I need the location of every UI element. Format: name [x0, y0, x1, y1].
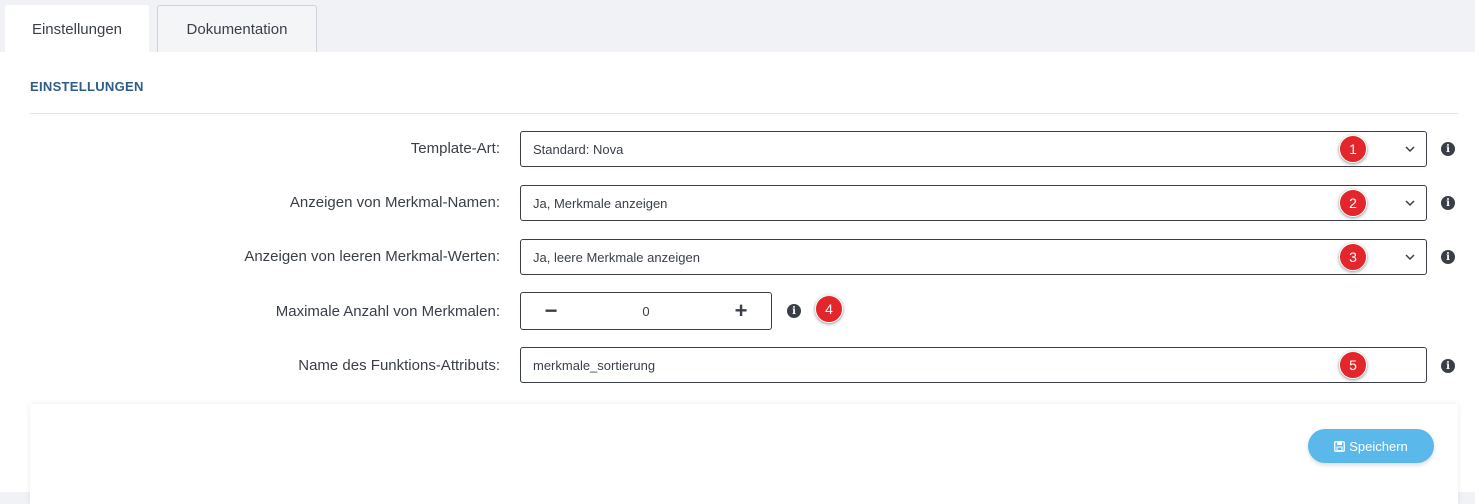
chevron-down-icon — [1405, 254, 1415, 261]
annotation-badge-3: 3 — [1339, 243, 1367, 271]
merkmal-namen-value: Ja, Merkmale anzeigen — [533, 195, 668, 211]
max-anzahl-stepper: − 0 + — [520, 292, 772, 330]
increment-button[interactable]: + — [711, 293, 771, 329]
section-title: EINSTELLUNGEN — [30, 79, 144, 94]
chevron-down-icon — [1405, 200, 1415, 207]
info-icon[interactable]: i — [787, 304, 801, 318]
info-icon[interactable]: i — [1441, 142, 1455, 156]
annotation-badge-4: 4 — [815, 295, 843, 323]
template-art-select[interactable]: Standard: Nova — [520, 131, 1427, 167]
funktions-attribut-label: Name des Funktions-Attributs: — [298, 357, 500, 374]
template-art-value: Standard: Nova — [533, 141, 624, 157]
funktions-attribut-value: merkmale_sortierung — [533, 357, 656, 373]
leere-werte-label: Anzeigen von leeren Merkmal-Werten: — [244, 248, 500, 265]
funktions-attribut-input[interactable]: merkmale_sortierung — [520, 347, 1427, 383]
max-anzahl-label: Maximale Anzahl von Merkmalen: — [275, 303, 500, 320]
tab-dokumentation[interactable]: Dokumentation — [157, 5, 317, 52]
leere-werte-select[interactable]: Ja, leere Merkmale anzeigen — [520, 239, 1427, 275]
save-icon — [1334, 440, 1346, 452]
tab-bar: Einstellungen Dokumentation — [0, 0, 1475, 53]
leere-werte-value: Ja, leere Merkmale anzeigen — [533, 249, 700, 265]
merkmal-namen-label: Anzeigen von Merkmal-Namen: — [289, 194, 500, 211]
template-art-label: Template-Art: — [410, 140, 500, 157]
divider — [30, 113, 1458, 114]
footer-card — [30, 404, 1458, 504]
annotation-badge-2: 2 — [1339, 189, 1367, 217]
save-button[interactable]: Speichern — [1308, 429, 1434, 463]
info-icon[interactable]: i — [1441, 250, 1455, 264]
merkmal-namen-select[interactable]: Ja, Merkmale anzeigen — [520, 185, 1427, 221]
info-icon[interactable]: i — [1441, 359, 1455, 373]
max-anzahl-value[interactable]: 0 — [581, 293, 711, 329]
settings-panel: EINSTELLUNGEN Template-Art: Standard: No… — [0, 52, 1475, 504]
info-icon[interactable]: i — [1441, 196, 1455, 210]
decrement-button[interactable]: − — [521, 293, 581, 329]
annotation-badge-1: 1 — [1339, 135, 1367, 163]
chevron-down-icon — [1405, 146, 1415, 153]
tab-einstellungen[interactable]: Einstellungen — [5, 5, 149, 53]
annotation-badge-5: 5 — [1339, 351, 1367, 379]
save-button-label: Speichern — [1349, 438, 1408, 454]
